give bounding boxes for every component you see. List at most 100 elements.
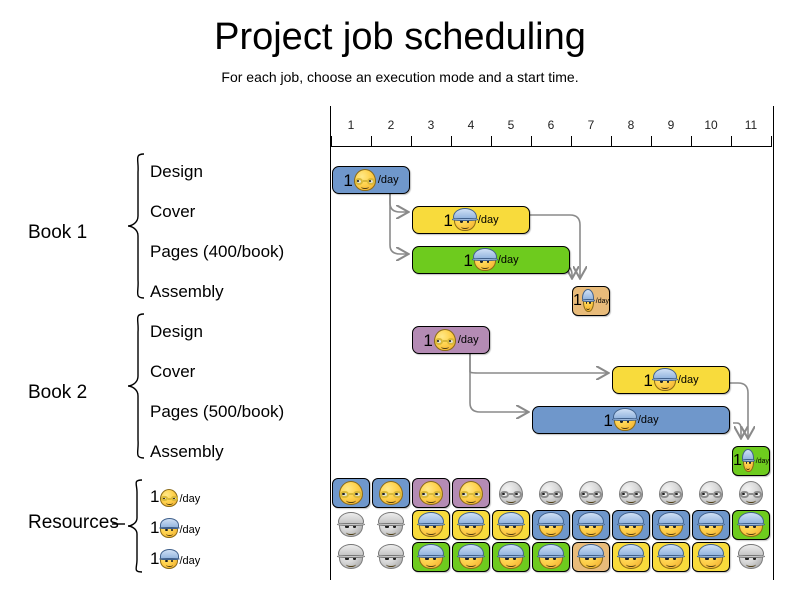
- timeline-tick-label: 6: [547, 118, 555, 132]
- gantt-bar-pages-400-book[interactable]: 1/day: [412, 246, 570, 274]
- gantt-bar-cover[interactable]: 1/day: [412, 206, 530, 234]
- glasses-face-icon: [419, 481, 443, 505]
- timeline-tick: [571, 136, 572, 146]
- bar-unit: /day: [457, 333, 479, 346]
- glasses-face-icon: [353, 169, 376, 191]
- helmet-face-icon: [697, 543, 725, 569]
- gantt-bar-assembly[interactable]: 1/day: [732, 446, 770, 476]
- resource-cell-busy[interactable]: [612, 510, 650, 540]
- bar-count: 1: [733, 452, 742, 469]
- job-label-book2-design: Design: [150, 322, 203, 341]
- gantt-bar-pages-500-book[interactable]: 1/day: [532, 406, 730, 434]
- timeline-tick-label: 3: [427, 118, 435, 132]
- resource-cell-idle[interactable]: [572, 478, 610, 508]
- bar-count: 1: [423, 330, 433, 350]
- helmet-face-icon: [159, 549, 180, 569]
- helmet-face-icon: [159, 518, 180, 538]
- glasses-face-icon: [659, 481, 683, 505]
- brace-book-1: [127, 153, 145, 299]
- gantt-bar-assembly[interactable]: 1/day: [572, 286, 610, 316]
- resource-cell-busy[interactable]: [372, 478, 410, 508]
- helmet-face-icon: [742, 448, 755, 472]
- timeline-tick-label: 11: [744, 118, 758, 132]
- resource-cell-busy[interactable]: [652, 510, 690, 540]
- timeline-tick: [651, 136, 652, 146]
- resources-brace-connector: [112, 523, 125, 525]
- resource-cell-busy[interactable]: [532, 510, 570, 540]
- helmet-face-icon: [337, 511, 365, 537]
- helmet-face-icon: [737, 511, 765, 537]
- helmet-face-icon: [697, 511, 725, 537]
- resource-cell-busy[interactable]: [732, 510, 770, 540]
- resource-cell-busy[interactable]: [332, 478, 370, 508]
- gantt-bar-design[interactable]: 1/day: [412, 326, 490, 354]
- helmet-face-icon: [537, 511, 565, 537]
- timeline-tick-label: 1: [347, 118, 355, 132]
- resource-cell-idle[interactable]: [332, 542, 370, 572]
- resource-cell-busy[interactable]: [572, 542, 610, 572]
- helmet-face-icon: [457, 511, 485, 537]
- helmet-face-icon: [472, 247, 498, 271]
- helmet-face-icon: [737, 543, 765, 569]
- resource-cell-idle[interactable]: [652, 478, 690, 508]
- resource-cell-busy[interactable]: [412, 542, 450, 572]
- helmet-face-icon: [577, 543, 605, 569]
- resource-cell-idle[interactable]: [732, 478, 770, 508]
- glasses-face-icon: [339, 481, 363, 505]
- job-label-book1-assembly: Assembly: [150, 282, 224, 301]
- timeline-tick-label: 2: [387, 118, 395, 132]
- timeline-tick: [771, 136, 772, 146]
- timeline-tick-label: 4: [467, 118, 475, 132]
- job-label-book1-design: Design: [150, 162, 203, 181]
- slide-canvas: Project job scheduling For each job, cho…: [0, 0, 800, 600]
- timeline-tick: [731, 136, 732, 146]
- helmet-face-icon: [577, 511, 605, 537]
- resource-cell-busy[interactable]: [692, 542, 730, 572]
- bar-unit: /day: [755, 457, 769, 465]
- glasses-face-icon: [579, 481, 603, 505]
- resource-cell-idle[interactable]: [692, 478, 730, 508]
- brace-resources: [127, 479, 143, 573]
- helmet-face-icon: [452, 207, 478, 231]
- resource-cell-busy[interactable]: [612, 542, 650, 572]
- gantt-bar-cover[interactable]: 1/day: [612, 366, 730, 394]
- timeline-tick: [451, 136, 452, 146]
- resource-cell-busy[interactable]: [452, 510, 490, 540]
- resource-cell-busy[interactable]: [572, 510, 610, 540]
- resource-cell-idle[interactable]: [372, 542, 410, 572]
- glasses-face-icon: [699, 481, 723, 505]
- resource-cell-idle[interactable]: [732, 542, 770, 572]
- bar-unit: /day: [497, 253, 519, 266]
- timeline-tick: [611, 136, 612, 146]
- gantt-bar-design[interactable]: 1/day: [332, 166, 410, 194]
- resource-cell-idle[interactable]: [612, 478, 650, 508]
- resource-cell-busy[interactable]: [532, 542, 570, 572]
- resource-cell-busy[interactable]: [412, 510, 450, 540]
- resource-cell-idle[interactable]: [372, 510, 410, 540]
- helmet-face-icon: [417, 511, 445, 537]
- timeline-tick: [371, 136, 372, 146]
- timeline-tick: [491, 136, 492, 146]
- resource-cell-busy[interactable]: [492, 510, 530, 540]
- resource-cell-idle[interactable]: [332, 510, 370, 540]
- resource-cell-idle[interactable]: [492, 478, 530, 508]
- timeline-tick-label: 9: [667, 118, 675, 132]
- timeline-tick: [331, 136, 332, 146]
- resource-cell-busy[interactable]: [412, 478, 450, 508]
- helmet-face-icon: [617, 543, 645, 569]
- resource-cell-idle[interactable]: [532, 478, 570, 508]
- resource-unit-3: /day: [179, 555, 201, 567]
- glasses-face-icon: [379, 481, 403, 505]
- resource-cell-busy[interactable]: [492, 542, 530, 572]
- resource-cell-busy[interactable]: [652, 542, 690, 572]
- resource-cell-busy[interactable]: [452, 542, 490, 572]
- helmet-face-icon: [337, 543, 365, 569]
- resource-row-label-1: 1/day: [150, 487, 200, 507]
- helmet-face-icon: [657, 511, 685, 537]
- resource-row-label-3: 1/day: [150, 549, 200, 569]
- helmet-face-icon: [537, 543, 565, 569]
- resource-cell-busy[interactable]: [692, 510, 730, 540]
- glasses-face-icon: [539, 481, 563, 505]
- group-label-resources: Resources: [28, 512, 119, 533]
- resource-cell-busy[interactable]: [452, 478, 490, 508]
